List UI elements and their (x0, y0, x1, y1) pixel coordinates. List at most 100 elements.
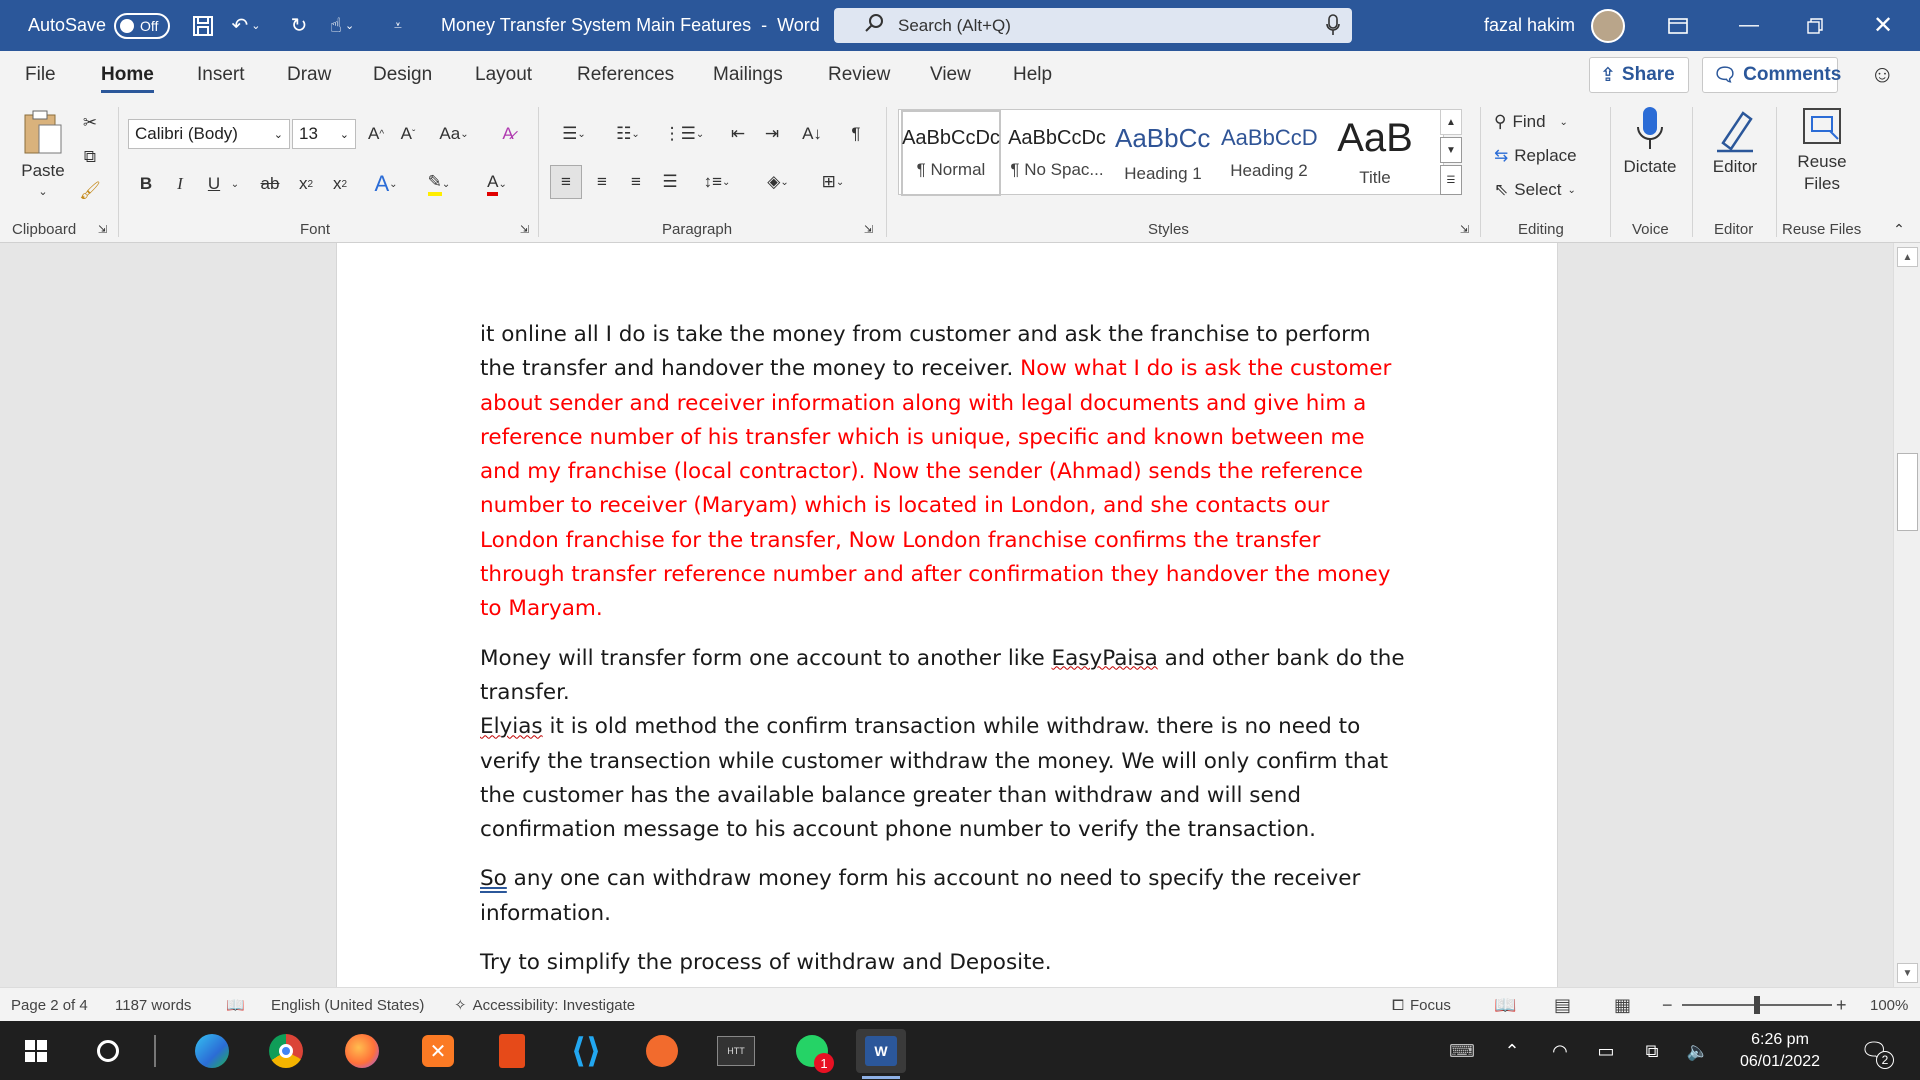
minimize-icon[interactable]: — (1724, 0, 1774, 51)
cut-icon[interactable]: ✂ (80, 111, 100, 135)
keyboard-icon[interactable]: ⌨ (1440, 1029, 1484, 1073)
scrollbar-thumb[interactable] (1897, 453, 1918, 531)
align-center-icon[interactable]: ≡ (586, 165, 618, 199)
save-icon[interactable] (186, 0, 220, 51)
undo-icon[interactable]: ↶ ⌄ (228, 0, 264, 51)
subscript-button[interactable]: x2 (294, 169, 318, 199)
tab-insert[interactable]: Insert (197, 51, 245, 99)
show-formatting-icon[interactable]: ¶ (842, 119, 870, 149)
office-icon[interactable] (490, 1029, 534, 1073)
grammar-mark-so[interactable]: So (480, 866, 507, 891)
document-page[interactable]: it online all I do is take the money fro… (336, 243, 1558, 987)
page-count[interactable]: Page 2 of 4 (11, 988, 88, 1022)
change-case-button[interactable]: Aa ⌄ (432, 119, 476, 149)
redo-icon[interactable]: ↻ (284, 0, 314, 51)
share-button[interactable]: ⇪ Share (1589, 57, 1689, 93)
font-size-box[interactable]: 13 ⌄ (292, 119, 356, 149)
battery-icon[interactable]: ▭ (1584, 1029, 1628, 1073)
justify-icon[interactable]: ☰ (654, 165, 686, 199)
customize-toolbar-icon[interactable]: ⩡ (386, 0, 410, 51)
dictate-button[interactable]: Dictate (1618, 105, 1682, 177)
bold-button[interactable]: B (134, 169, 158, 199)
whatsapp-icon[interactable]: 1 (790, 1029, 834, 1073)
tab-draw[interactable]: Draw (287, 51, 331, 99)
clock[interactable]: 6:26 pm 06/01/2022 (1720, 1021, 1840, 1080)
language-status[interactable]: English (United States) (271, 988, 424, 1022)
zoom-slider-thumb[interactable] (1754, 996, 1760, 1014)
vscode-icon[interactable]: ⟨⟩ (564, 1029, 608, 1073)
styles-more-icon[interactable]: ☰ (1440, 165, 1462, 195)
notifications-icon[interactable]: 🗨 2 (1852, 1029, 1896, 1073)
styles-scroll-down-icon[interactable]: ▼ (1440, 137, 1462, 163)
strikethrough-button[interactable]: ab (256, 169, 284, 199)
firefox-icon[interactable] (340, 1029, 384, 1073)
italic-button[interactable]: I (168, 169, 192, 199)
user-name[interactable]: fazal hakim (1484, 0, 1575, 51)
paragraph-launcher-icon[interactable]: ⇲ (864, 223, 873, 236)
print-layout-icon[interactable]: ▤ (1554, 988, 1571, 1022)
meet-now-icon[interactable]: ⧉ (1630, 1029, 1674, 1073)
shrink-font-icon[interactable]: Aˇ (394, 119, 422, 149)
style-heading-1[interactable]: AaBbCc Heading 1 (1113, 110, 1213, 196)
tab-layout[interactable]: Layout (475, 51, 532, 99)
tab-home[interactable]: Home (101, 51, 154, 99)
collapse-ribbon-icon[interactable]: ⌃ (1888, 221, 1910, 238)
volume-icon[interactable]: 🔈 (1676, 1029, 1720, 1073)
underline-button[interactable]: U (202, 169, 226, 199)
sort-icon[interactable]: A↓ (796, 119, 828, 149)
clear-formatting-icon[interactable]: A̷ (494, 119, 522, 149)
highlight-color-icon[interactable]: ✎ ⌄ (418, 169, 460, 199)
clipboard-launcher-icon[interactable]: ⇲ (98, 223, 107, 236)
zoom-slider[interactable] (1682, 988, 1832, 1022)
font-color-button[interactable]: A ⌄ (474, 169, 520, 199)
tab-mailings[interactable]: Mailings (713, 51, 783, 99)
replace-button[interactable]: ⇆ Replace (1494, 141, 1577, 171)
microphone-icon[interactable] (1326, 14, 1340, 41)
restore-icon[interactable] (1790, 0, 1840, 51)
line-spacing-icon[interactable]: ↕≡ ⌄ (694, 165, 740, 199)
tab-design[interactable]: Design (373, 51, 432, 99)
text-effects-icon[interactable]: A ⌄ (366, 169, 406, 199)
tab-review[interactable]: Review (828, 51, 890, 99)
proofing-icon[interactable]: 📖 (226, 988, 245, 1022)
document-body[interactable]: it online all I do is take the money fro… (480, 318, 1410, 995)
style-heading-2[interactable]: AaBbCcD Heading 2 (1219, 110, 1319, 196)
style-no-spacing[interactable]: AaBbCcDc ¶ No Spac... (1007, 110, 1107, 196)
zoom-out-icon[interactable]: − (1662, 988, 1673, 1022)
avatar[interactable] (1590, 0, 1626, 51)
tab-file[interactable]: File (25, 51, 56, 99)
styles-scroll-up-icon[interactable]: ▲ (1440, 109, 1462, 135)
zoom-level[interactable]: 100% (1870, 988, 1908, 1022)
tab-references[interactable]: References (577, 51, 674, 99)
paste-dropdown-icon[interactable]: ⌄ (38, 185, 47, 198)
cortana-icon[interactable] (86, 1029, 130, 1073)
reuse-files-button[interactable]: Reuse Files (1790, 105, 1854, 193)
chrome-icon[interactable] (264, 1029, 308, 1073)
show-hidden-icons-icon[interactable]: ⌃ (1490, 1029, 1534, 1073)
word-count[interactable]: 1187 words (115, 988, 191, 1022)
paste-button[interactable]: Paste ⌄ (18, 107, 68, 198)
select-button[interactable]: ⇖ Select ⌄ (1494, 175, 1576, 205)
styles-launcher-icon[interactable]: ⇲ (1460, 223, 1469, 236)
align-right-icon[interactable]: ≡ (620, 165, 652, 199)
font-name-box[interactable]: Calibri (Body) ⌄ (128, 119, 290, 149)
copy-icon[interactable]: ⧉ (78, 145, 102, 169)
underline-dropdown-icon[interactable]: ⌄ (228, 169, 242, 199)
borders-icon[interactable]: ⊞ ⌄ (810, 165, 856, 199)
style-title[interactable]: AaB Title (1325, 110, 1425, 196)
multilevel-list-icon[interactable]: ⋮☰ ⌄ (662, 119, 706, 149)
windows-start-icon[interactable] (14, 1029, 58, 1073)
tab-view[interactable]: View (930, 51, 971, 99)
close-icon[interactable]: ✕ (1858, 0, 1908, 51)
zoom-in-icon[interactable]: + (1836, 988, 1847, 1022)
increase-indent-icon[interactable]: ⇥ (758, 119, 786, 149)
numbering-icon[interactable]: ☷ ⌄ (606, 119, 650, 149)
website-copier-icon[interactable]: HTT (714, 1029, 758, 1073)
format-painter-icon[interactable]: 🖌 (78, 179, 102, 203)
bullets-icon[interactable]: ☰ ⌄ (552, 119, 596, 149)
touch-mode-icon[interactable]: ☝ ⌄ (322, 0, 362, 51)
vertical-scrollbar[interactable]: ▲ ▼ (1893, 243, 1920, 987)
scroll-up-icon[interactable]: ▲ (1897, 247, 1918, 267)
font-launcher-icon[interactable]: ⇲ (520, 223, 529, 236)
comments-button[interactable]: 🗨 Comments (1702, 57, 1841, 93)
